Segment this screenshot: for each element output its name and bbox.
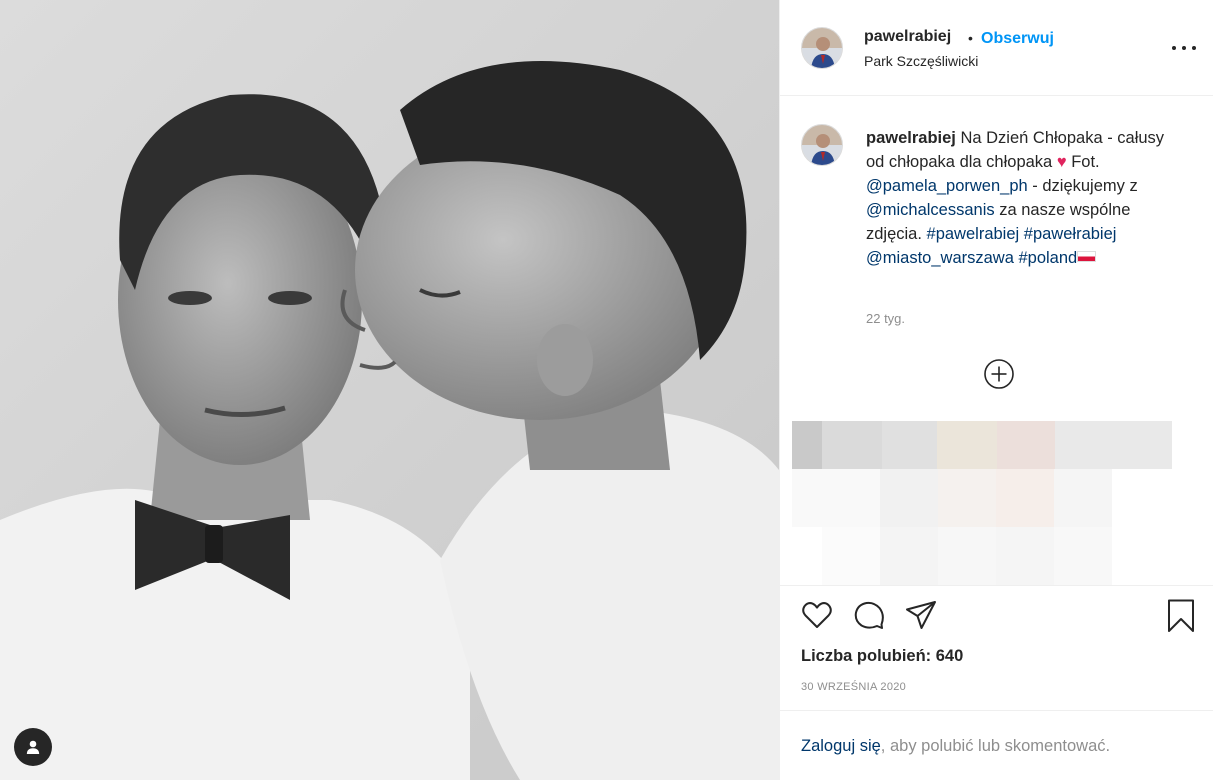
blurred-comments-placeholder [792,421,1172,585]
caption-text: Fot. [1066,153,1100,171]
separator-dot: • [968,30,973,46]
add-icon [984,359,1014,389]
avatar-image [802,28,842,68]
share-icon [906,601,936,629]
post-time-ago: 22 tyg. [866,311,906,326]
username-link[interactable]: pawelrabiej [864,28,951,46]
load-more-comments-button[interactable] [983,358,1015,390]
caption-avatar[interactable] [801,124,843,166]
bookmark-icon [1168,599,1194,632]
hashtag-link[interactable]: #poland [1018,249,1077,267]
post-photo[interactable] [0,0,779,780]
post-details-panel: pawelrabiej • Obserwuj Park Szczęśliwick… [779,0,1213,780]
avatar[interactable] [801,27,843,69]
more-icon-dot [1192,46,1196,50]
share-button[interactable] [904,598,938,637]
hashtag-link[interactable]: #pawełrabiej [1024,225,1117,243]
caption-username[interactable]: pawelrabiej [866,129,956,147]
more-icon-dot [1182,46,1186,50]
login-link[interactable]: Zaloguj się [801,737,881,755]
photo-illustration [0,0,779,780]
mention-link[interactable]: @miasto_warszawa [866,249,1014,267]
more-icon [1172,46,1176,50]
post-header: pawelrabiej • Obserwuj Park Szczęśliwick… [780,0,1213,96]
login-prompt: Zaloguj się, aby polubić lub skomentować… [780,710,1213,780]
likes-count[interactable]: Liczba polubień: 640 [801,647,963,666]
location-link[interactable]: Park Szczęśliwicki [864,53,978,69]
avatar-image [802,125,842,165]
login-prompt-text: Zaloguj się, aby polubić lub skomentować… [801,737,1110,756]
save-button[interactable] [1164,598,1198,637]
user-tag-icon [26,740,40,754]
heart-icon [802,602,832,628]
heart-emoji: ♥ [1056,153,1067,171]
post-caption: pawelrabiej Na Dzień Chłopaka - całusy o… [866,126,1186,270]
mention-link[interactable]: @michalcessanis [866,201,995,219]
comment-button[interactable] [852,598,886,637]
user-tag-button[interactable] [14,728,52,766]
login-prompt-rest: , aby polubić lub skomentować. [880,737,1111,755]
mention-link[interactable]: @pamela_porwen_ph [866,177,1028,195]
post-date[interactable]: 30 WRZEŚNIA 2020 [801,681,906,693]
post-actions: Liczba polubień: 640 30 WRZEŚNIA 2020 [780,585,1213,710]
more-options-button[interactable] [1172,38,1196,58]
caption-text: - dziękujemy z [1027,177,1138,195]
follow-button[interactable]: Obserwuj [981,30,1054,48]
like-button[interactable] [800,598,834,637]
flag-poland-icon [1077,251,1097,262]
comment-icon [854,601,884,629]
hashtag-link[interactable]: #pawelrabiej [927,225,1020,243]
